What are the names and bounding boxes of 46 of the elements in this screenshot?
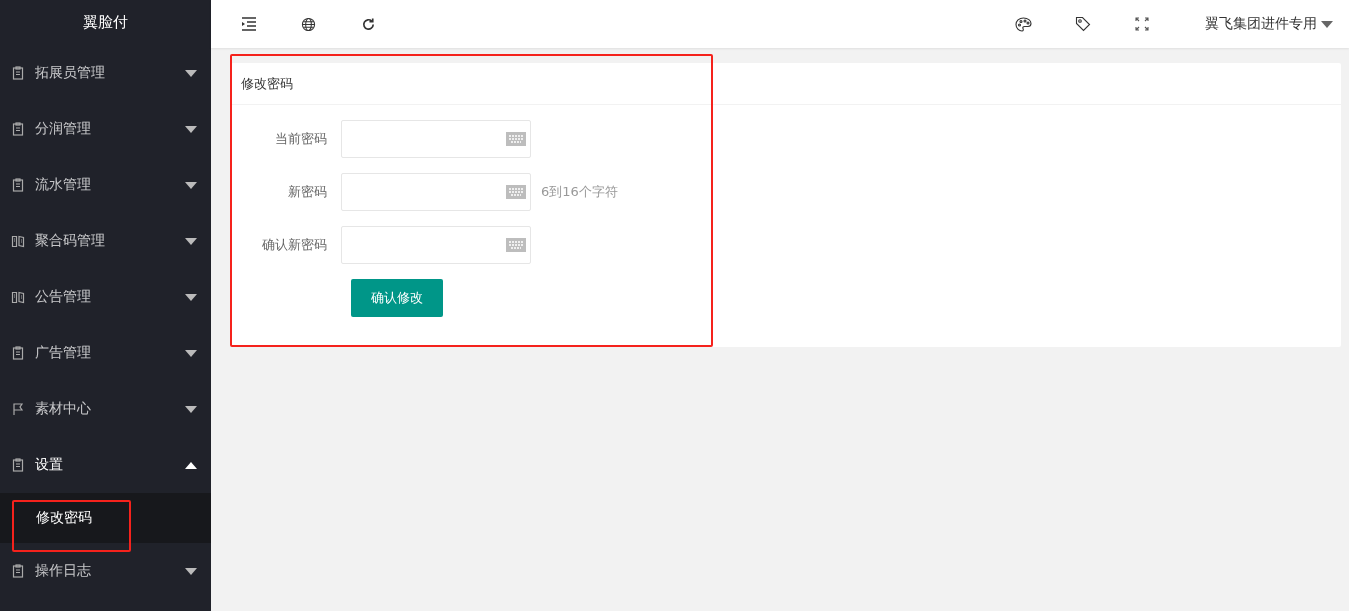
submit-button[interactable]: 确认修改	[351, 279, 443, 317]
menu-fold-icon[interactable]	[241, 17, 257, 31]
clipboard-icon	[11, 122, 25, 136]
caret-icon	[185, 349, 197, 357]
sidebar-item[interactable]: 分润管理	[0, 101, 211, 157]
submenu-item[interactable]: 修改密码	[0, 493, 211, 543]
sidebar-item[interactable]: 聚合码管理	[0, 213, 211, 269]
caret-icon	[185, 461, 197, 469]
clipboard-icon	[11, 66, 25, 80]
caret-icon	[185, 181, 197, 189]
refresh-icon[interactable]	[361, 16, 376, 32]
field-label: 当前密码	[274, 130, 328, 148]
sidebar-item[interactable]: 素材中心	[0, 381, 211, 437]
flag-icon	[11, 402, 25, 416]
clipboard-icon	[11, 458, 25, 472]
field-label: 确认新密码	[261, 236, 328, 254]
clipboard-icon	[11, 178, 25, 192]
caret-icon	[185, 567, 197, 575]
field-label: 新密码	[287, 183, 328, 201]
password-field[interactable]	[341, 226, 531, 264]
sidebar-item[interactable]: 广告管理	[0, 325, 211, 381]
sidebar-item[interactable]: 拓展员管理	[0, 45, 211, 101]
sidebar-item[interactable]: 操作日志	[0, 543, 211, 599]
fullscreen-icon[interactable]	[1135, 17, 1149, 31]
app-logo: 翼脸付	[82, 12, 129, 33]
clipboard-icon	[11, 346, 25, 360]
clipboard-icon	[11, 564, 25, 578]
caret-icon	[185, 293, 197, 301]
sidebar-item[interactable]: 设置	[0, 437, 211, 493]
book-icon	[11, 290, 25, 304]
caret-icon	[1321, 20, 1333, 28]
field-hint: 6到16个字符	[541, 183, 618, 201]
sidebar-item[interactable]: 公告管理	[0, 269, 211, 325]
caret-icon	[185, 69, 197, 77]
password-field[interactable]	[341, 173, 531, 211]
book-icon	[11, 234, 25, 248]
user-menu[interactable]: 翼飞集团进件专用	[1205, 15, 1333, 33]
card-title: 修改密码	[231, 63, 1341, 105]
password-field[interactable]	[341, 120, 531, 158]
sidebar-item[interactable]: 流水管理	[0, 157, 211, 213]
tag-icon[interactable]	[1075, 16, 1091, 32]
palette-icon[interactable]	[1015, 16, 1032, 32]
globe-icon[interactable]	[301, 16, 316, 32]
caret-icon	[185, 125, 197, 133]
caret-icon	[185, 405, 197, 413]
caret-icon	[185, 237, 197, 245]
